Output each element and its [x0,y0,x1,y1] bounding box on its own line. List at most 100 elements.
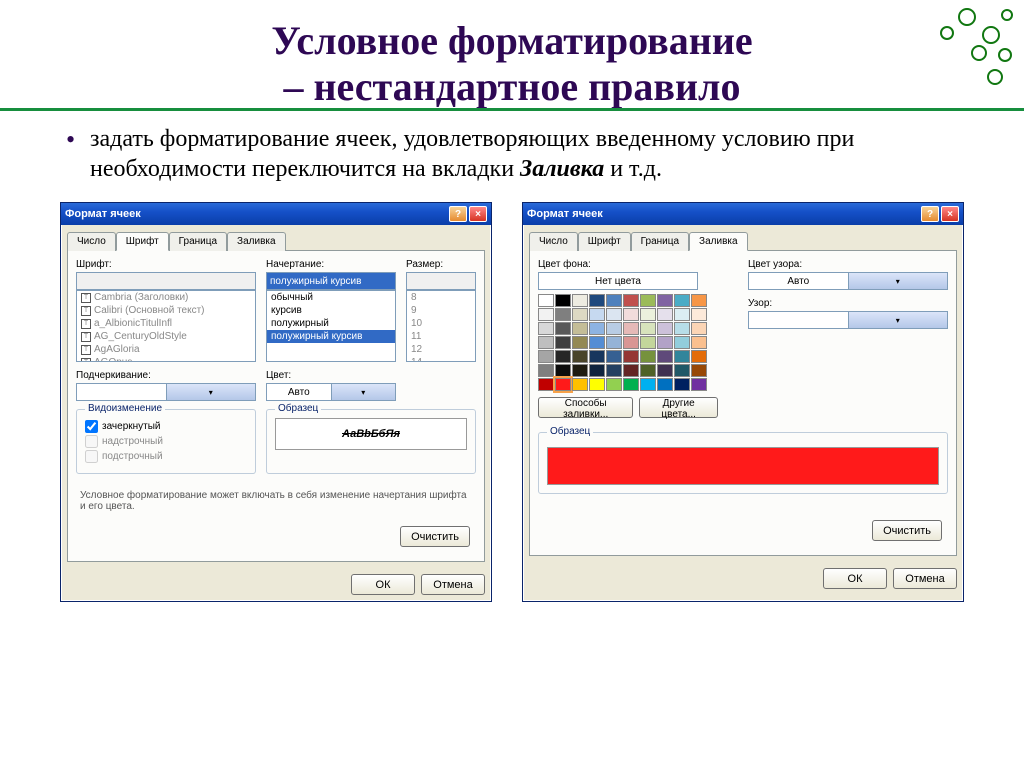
color-swatch[interactable] [691,350,707,363]
style-input[interactable] [266,272,396,290]
tab-fill[interactable]: Заливка [227,232,286,251]
color-swatch[interactable] [572,322,588,335]
help-button[interactable]: ? [449,206,467,222]
color-swatch[interactable] [606,308,622,321]
no-color-button[interactable]: Нет цвета [538,272,698,290]
color-swatch[interactable] [691,336,707,349]
color-swatch[interactable] [555,308,571,321]
color-swatch[interactable] [538,364,554,377]
color-swatch[interactable] [640,350,656,363]
color-swatch[interactable] [589,294,605,307]
color-swatch[interactable] [640,336,656,349]
titlebar[interactable]: Формат ячеек ? × [61,203,491,225]
strikethrough-checkbox[interactable]: зачеркнутый [85,420,247,433]
color-swatch[interactable] [691,294,707,307]
color-swatch[interactable] [674,336,690,349]
more-colors-button[interactable]: Другие цвета... [639,397,718,418]
titlebar[interactable]: Формат ячеек ? × [523,203,963,225]
color-swatch[interactable] [640,364,656,377]
color-swatch[interactable] [657,294,673,307]
color-swatch[interactable] [691,378,707,391]
color-swatch[interactable] [572,294,588,307]
color-swatch[interactable] [606,294,622,307]
tab-number[interactable]: Число [67,232,116,251]
color-swatch[interactable] [572,378,588,391]
color-swatch[interactable] [606,364,622,377]
color-swatch[interactable] [555,364,571,377]
color-swatch[interactable] [623,308,639,321]
color-swatch[interactable] [589,350,605,363]
color-swatch[interactable] [538,336,554,349]
color-swatch[interactable] [538,350,554,363]
color-swatch[interactable] [657,350,673,363]
tab-number[interactable]: Число [529,232,578,251]
clear-button[interactable]: Очистить [400,526,470,547]
color-swatch[interactable] [657,378,673,391]
color-swatch[interactable] [657,336,673,349]
style-list[interactable]: обычный курсив полужирный полужирный кур… [266,290,396,362]
color-swatch[interactable] [657,308,673,321]
color-swatch[interactable] [555,322,571,335]
font-input[interactable] [76,272,256,290]
size-input[interactable] [406,272,476,290]
underline-dropdown[interactable]: ▾ [76,383,256,401]
tab-border[interactable]: Граница [631,232,689,251]
color-swatch[interactable] [691,322,707,335]
color-swatch[interactable] [572,364,588,377]
color-palette[interactable] [538,294,718,391]
color-swatch[interactable] [606,350,622,363]
color-swatch[interactable] [640,322,656,335]
color-swatch[interactable] [691,364,707,377]
close-button[interactable]: × [941,206,959,222]
color-swatch[interactable] [555,336,571,349]
tab-font[interactable]: Шрифт [116,232,169,251]
color-swatch[interactable] [589,378,605,391]
color-swatch[interactable] [623,364,639,377]
ok-button[interactable]: ОК [823,568,887,589]
color-swatch[interactable] [674,294,690,307]
color-dropdown[interactable]: Авто▾ [266,383,396,401]
pattern-color-dropdown[interactable]: Авто▾ [748,272,948,290]
color-swatch[interactable] [640,294,656,307]
color-swatch[interactable] [572,308,588,321]
color-swatch[interactable] [572,350,588,363]
color-swatch[interactable] [674,308,690,321]
color-swatch[interactable] [589,364,605,377]
color-swatch[interactable] [623,294,639,307]
color-swatch[interactable] [572,336,588,349]
tab-border[interactable]: Граница [169,232,227,251]
cancel-button[interactable]: Отмена [893,568,957,589]
color-swatch[interactable] [657,322,673,335]
clear-button[interactable]: Очистить [872,520,942,541]
color-swatch[interactable] [640,378,656,391]
color-swatch[interactable] [589,336,605,349]
color-swatch[interactable] [623,322,639,335]
color-swatch[interactable] [657,364,673,377]
color-swatch[interactable] [674,322,690,335]
color-swatch[interactable] [606,322,622,335]
color-swatch[interactable] [674,350,690,363]
cancel-button[interactable]: Отмена [421,574,485,595]
size-list[interactable]: 8 9 10 11 12 14 [406,290,476,362]
tab-fill[interactable]: Заливка [689,232,748,251]
color-swatch[interactable] [691,308,707,321]
color-swatch[interactable] [674,364,690,377]
color-swatch[interactable] [623,336,639,349]
close-button[interactable]: × [469,206,487,222]
color-swatch[interactable] [555,350,571,363]
color-swatch[interactable] [674,378,690,391]
color-swatch[interactable] [538,308,554,321]
fill-methods-button[interactable]: Способы заливки... [538,397,633,418]
color-swatch[interactable] [538,294,554,307]
color-swatch[interactable] [555,294,571,307]
color-swatch[interactable] [589,322,605,335]
color-swatch[interactable] [538,378,554,391]
color-swatch[interactable] [640,308,656,321]
ok-button[interactable]: ОК [351,574,415,595]
color-swatch[interactable] [623,350,639,363]
color-swatch[interactable] [589,308,605,321]
color-swatch[interactable] [555,378,571,391]
help-button[interactable]: ? [921,206,939,222]
color-swatch[interactable] [606,378,622,391]
pattern-dropdown[interactable]: ▾ [748,311,948,329]
